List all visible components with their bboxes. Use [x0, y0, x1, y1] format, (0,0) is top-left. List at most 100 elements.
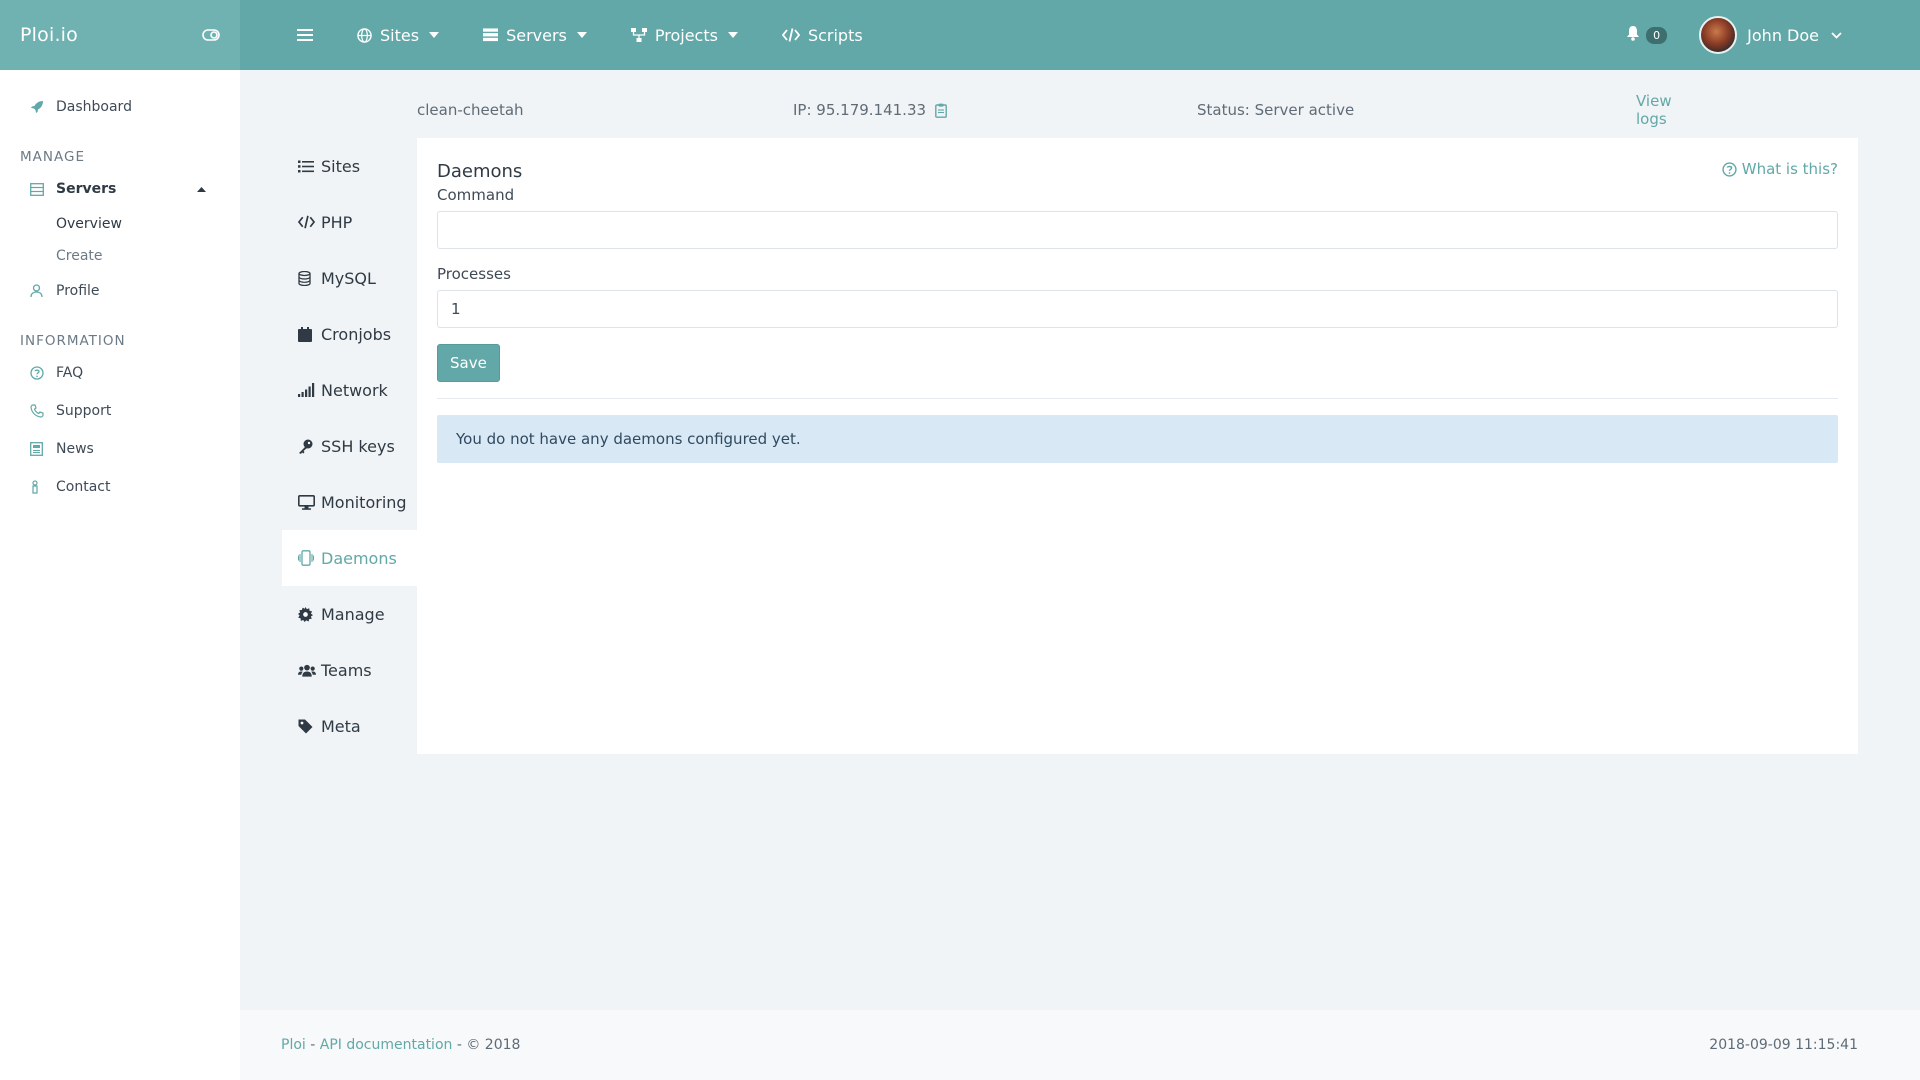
top-navigation: Sites Servers Projects Scripts	[240, 0, 1626, 70]
tab-php[interactable]: PHP	[282, 194, 417, 250]
bell-icon	[1626, 25, 1640, 45]
sidebar-item-label: Support	[56, 403, 112, 419]
newspaper-icon	[30, 442, 46, 456]
processes-input[interactable]	[437, 290, 1838, 328]
daemons-panel: Daemons What is this? Command Processes …	[417, 138, 1858, 754]
what-is-this-label: What is this?	[1741, 160, 1838, 178]
tab-label: Daemons	[321, 548, 397, 568]
tab-mysql[interactable]: MySQL	[282, 250, 417, 306]
footer-timestamp: 2018-09-09 11:15:41	[1709, 1037, 1858, 1053]
sidebar-subitem-overview[interactable]: Overview	[0, 208, 240, 240]
sidebar-subitem-create[interactable]: Create	[0, 240, 240, 272]
sidebar-heading-information: INFORMATION	[20, 333, 126, 349]
list-icon	[298, 160, 316, 173]
tab-label: Manage	[321, 604, 385, 624]
theme-toggle-icon[interactable]	[202, 29, 220, 41]
code-icon	[781, 28, 800, 42]
command-input[interactable]	[437, 211, 1838, 249]
topnav-servers-label: Servers	[506, 25, 567, 45]
user-name: John Doe	[1747, 25, 1819, 45]
footer-ploi-link[interactable]: Ploi	[281, 1037, 306, 1053]
clipboard-icon[interactable]	[935, 103, 947, 118]
sidebar-item-label: Dashboard	[56, 99, 132, 115]
tab-ssh-keys[interactable]: SSH keys	[282, 418, 417, 474]
tab-label: PHP	[321, 212, 353, 232]
server-list-icon	[30, 182, 46, 196]
phone-icon	[30, 404, 46, 418]
sidebar-item-support[interactable]: Support	[0, 392, 240, 430]
hamburger-menu-icon[interactable]	[297, 28, 313, 42]
vibrate-icon	[298, 550, 316, 566]
topnav-projects[interactable]: Projects	[630, 26, 738, 45]
page-title: Daemons	[437, 161, 523, 182]
user-menu[interactable]: John Doe	[1699, 16, 1842, 54]
server-name: clean-cheetah	[417, 101, 524, 119]
tab-manage[interactable]: Manage	[282, 586, 417, 642]
what-is-this-link[interactable]: What is this?	[1722, 160, 1838, 178]
question-circle-icon	[30, 366, 46, 380]
notifications[interactable]: 0	[1626, 25, 1668, 45]
server-ip-text: IP: 95.179.141.33	[793, 101, 927, 119]
desktop-icon	[298, 494, 316, 510]
server-tabs: Sites PHP MySQL Cronjobs Network SSH key…	[282, 138, 417, 754]
tag-icon	[298, 719, 316, 734]
tab-label: Network	[321, 380, 388, 400]
tab-label: Cronjobs	[321, 324, 392, 344]
command-field-group: Command	[437, 186, 1838, 249]
tab-sites[interactable]: Sites	[282, 138, 417, 194]
topnav-sites-label: Sites	[380, 25, 420, 45]
tab-network[interactable]: Network	[282, 362, 417, 418]
tab-label: SSH keys	[321, 436, 395, 456]
view-logs-link[interactable]: View logs	[1636, 92, 1707, 128]
chevron-down-icon	[727, 32, 738, 38]
rocket-icon	[30, 100, 46, 114]
contact-icon	[30, 480, 46, 494]
tab-cronjobs[interactable]: Cronjobs	[282, 306, 417, 362]
processes-field-group: Processes	[437, 265, 1838, 328]
caret-up-icon	[197, 186, 206, 192]
users-icon	[298, 664, 316, 677]
sidebar-item-label: Servers	[56, 181, 117, 197]
sidebar-item-news[interactable]: News	[0, 430, 240, 468]
server-info-bar: clean-cheetah IP: 95.179.141.33 Status: …	[417, 92, 1707, 128]
sidebar-item-profile[interactable]: Profile	[0, 272, 240, 310]
sidebar-item-label: News	[56, 441, 94, 457]
sidebar-item-contact[interactable]: Contact	[0, 468, 240, 506]
code-icon	[298, 215, 316, 229]
footer-api-docs-link[interactable]: API documentation	[320, 1037, 453, 1053]
save-button[interactable]: Save	[437, 344, 500, 382]
brand-area: Ploi.io	[0, 0, 240, 70]
sidebar-item-faq[interactable]: FAQ	[0, 354, 240, 392]
tab-label: Teams	[321, 660, 372, 680]
database-icon	[298, 270, 316, 286]
sidebar-heading-manage: MANAGE	[20, 149, 85, 165]
footer: Ploi - API documentation - © 2018 2018-0…	[240, 1010, 1920, 1080]
top-bar: Ploi.io Sites Servers Projects Scripts 0…	[0, 0, 1920, 70]
topnav-sites[interactable]: Sites	[357, 25, 440, 45]
topnav-scripts[interactable]: Scripts	[781, 26, 863, 45]
sidebar-item-label: Profile	[56, 283, 100, 299]
server-icon	[483, 28, 499, 42]
footer-copyright: - © 2018	[452, 1037, 521, 1053]
gear-icon	[298, 606, 316, 622]
sidebar-item-servers[interactable]: Servers	[0, 170, 240, 208]
tab-label: Meta	[321, 716, 361, 736]
brand-logo[interactable]: Ploi.io	[20, 24, 78, 46]
sidebar: Dashboard MANAGE Servers Overview Create…	[0, 70, 240, 1080]
empty-state-alert: You do not have any daemons configured y…	[437, 415, 1838, 463]
sitemap-icon	[630, 28, 647, 42]
sidebar-item-dashboard[interactable]: Dashboard	[0, 88, 240, 126]
chevron-down-icon	[1831, 31, 1842, 39]
topnav-servers[interactable]: Servers	[483, 26, 587, 45]
tab-daemons[interactable]: Daemons	[282, 530, 417, 586]
globe-icon	[357, 27, 372, 43]
tab-label: Monitoring	[321, 492, 407, 512]
tab-label: Sites	[321, 156, 361, 176]
key-icon	[298, 439, 316, 454]
calendar-icon	[298, 326, 316, 342]
command-label: Command	[437, 186, 515, 204]
tab-teams[interactable]: Teams	[282, 642, 417, 698]
tab-monitoring[interactable]: Monitoring	[282, 474, 417, 530]
chevron-down-icon	[429, 32, 440, 38]
tab-meta[interactable]: Meta	[282, 698, 417, 754]
